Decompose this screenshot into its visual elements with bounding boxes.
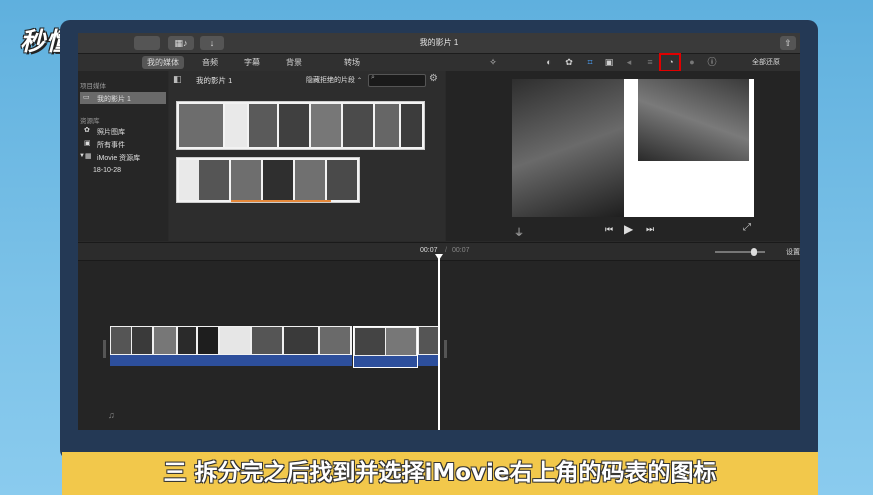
chevron-down-icon: ⌃ [356, 78, 362, 84]
settings-gear-icon[interactable]: ⚙ [429, 73, 438, 84]
clip-right-handle[interactable] [444, 340, 447, 358]
toolbar: 我的媒体 音频 字幕 背景 转场 ✧ ◐ ✿ ⌗ ▣ ◂ ≡ ◔ ● ⓘ 全部还… [78, 53, 800, 72]
fullscreen-icon[interactable]: ⤢ [743, 222, 751, 233]
preview-frame [512, 79, 754, 217]
playhead-marker[interactable] [435, 254, 443, 260]
sidebar-item-event-date[interactable]: 18-10-28 [93, 167, 121, 174]
current-time: 00:07 [420, 247, 438, 254]
magic-wand-icon[interactable]: ✧ [487, 56, 499, 68]
tab-backgrounds[interactable]: 背景 [276, 54, 312, 71]
browser-title: 我的影片 1 [196, 76, 233, 85]
sidebar-toggle-icon[interactable]: ◧ [173, 74, 182, 85]
preview-photo-left [512, 79, 624, 217]
title-bar: 我的影片 1 ▦♪ ↓ ⇧ [78, 33, 800, 54]
sidebar-item-all-events[interactable]: ▣ 所有事件 [84, 139, 164, 150]
timeline-clip-1[interactable] [110, 326, 352, 366]
project-media-header: 项目媒体 [80, 83, 106, 90]
filter-label: 隐藏拒绝的片段 [306, 77, 355, 84]
library-list-button[interactable] [134, 36, 160, 50]
microphone-icon[interactable]: ⏚ [514, 224, 524, 239]
clip-audio-bar [110, 355, 352, 366]
clip-left-handle[interactable] [103, 340, 106, 358]
timeline-clip-3[interactable] [418, 326, 440, 366]
search-icon: ⌕ [371, 74, 375, 81]
zoom-slider-knob[interactable] [751, 248, 757, 256]
noise-reduction-icon[interactable]: ≡ [644, 56, 656, 68]
sidebar-item-label: 所有事件 [97, 142, 125, 149]
playhead[interactable] [438, 254, 440, 430]
music-note-icon: ♫ [108, 410, 115, 420]
highlight-box [659, 53, 681, 72]
media-browser: ◧ 我的影片 1 隐藏拒绝的片段 ⌃ ⌕ ⚙ [169, 71, 445, 241]
info-icon[interactable]: ⓘ [706, 56, 718, 68]
stabilization-camera-icon[interactable]: ▣ [603, 56, 615, 68]
zoom-slider[interactable] [715, 248, 765, 256]
download-arrow-icon: ↓ [209, 38, 215, 48]
skip-forward-icon[interactable]: ⏭ [646, 224, 654, 235]
media-import-button[interactable]: ▦♪ [168, 36, 194, 50]
library-header: 资源库 [80, 118, 100, 125]
play-icon[interactable]: ▶ [624, 222, 633, 236]
browser-clip-1[interactable] [176, 101, 425, 150]
skip-back-icon[interactable]: ⏮ [605, 224, 613, 235]
settings-button[interactable]: 设置 [786, 247, 800, 257]
color-palette-icon[interactable]: ✿ [563, 56, 575, 68]
volume-icon[interactable]: ◂ [623, 56, 635, 68]
sidebar-item-label: iMovie 资源库 [97, 155, 141, 162]
clip-filter-icon[interactable]: ● [686, 56, 698, 68]
timeline: 00:07 / 00:07 设置 ♫ [78, 242, 800, 430]
sidebar: 项目媒体 ▭ 我的影片 1 资源库 ✿ 照片图库 ▣ 所有事件 ▼ ▦ iMov… [78, 71, 168, 241]
import-button[interactable]: ↓ [200, 36, 224, 50]
tab-titles[interactable]: 字幕 [234, 54, 270, 71]
clip-audio-bar [354, 356, 417, 367]
reset-all-button[interactable]: 全部还原 [752, 54, 780, 71]
time-separator: / [445, 247, 447, 254]
clip-audio-bar [418, 355, 440, 366]
total-time: 00:07 [452, 247, 470, 254]
filter-dropdown[interactable]: 隐藏拒绝的片段 ⌃ [306, 75, 362, 85]
film-music-icon: ▦♪ [174, 38, 188, 48]
crop-icon[interactable]: ⌗ [584, 56, 596, 68]
grid-icon: ▦ [85, 153, 92, 160]
share-icon: ⇧ [784, 38, 792, 48]
browser-clip-2[interactable] [176, 157, 360, 203]
subtitle-caption: 三 拆分完之后找到并选择iMovie右上角的码表的图标 [163, 460, 717, 486]
sidebar-item-label: 我的影片 1 [97, 96, 131, 103]
sidebar-item-project[interactable]: ▭ 我的影片 1 [80, 92, 166, 104]
color-balance-icon[interactable]: ◐ [543, 56, 555, 68]
sidebar-item-photos[interactable]: ✿ 照片图库 [84, 126, 164, 137]
imovie-window: 我的影片 1 ▦♪ ↓ ⇧ 我的媒体 音频 字幕 背景 转场 ✧ ◐ ✿ ⌗ ▣… [78, 33, 800, 430]
preview-photo-right [638, 79, 749, 161]
sidebar-item-label: 照片图库 [97, 129, 125, 136]
photos-flower-icon: ✿ [84, 127, 90, 134]
viewer-panel: ⏚ ⏮ ▶ ⏭ ⤢ [446, 71, 800, 241]
timeline-clip-2-selected[interactable] [353, 326, 418, 368]
film-icon: ▭ [83, 94, 90, 101]
star-box-icon: ▣ [84, 140, 91, 147]
search-input[interactable]: ⌕ [368, 74, 426, 87]
tab-audio[interactable]: 音频 [192, 54, 228, 71]
tab-transitions[interactable]: 转场 [334, 54, 370, 71]
tab-my-media[interactable]: 我的媒体 [142, 56, 184, 69]
sidebar-item-imovie-library[interactable]: ▼ ▦ iMovie 资源库 [78, 152, 166, 163]
share-button[interactable]: ⇧ [780, 36, 796, 50]
